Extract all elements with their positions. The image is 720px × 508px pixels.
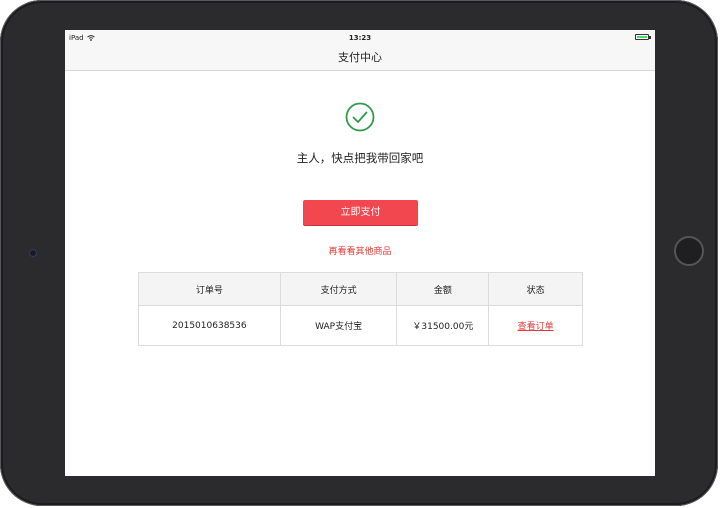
header-pay-method: 支付方式	[279, 272, 398, 306]
header-order-no: 订单号	[138, 272, 281, 306]
browse-more-link[interactable]: 再看看其他商品	[65, 244, 655, 257]
camera-dot	[29, 249, 37, 257]
status-bar: iPad 13:23	[65, 30, 655, 46]
screen: iPad 13:23 支付中心 主人，快点把我带回家吧 立即支付 再看看其他商品	[65, 30, 655, 476]
order-table: 订单号 支付方式 金额 状态 2015010638536 WAP支付宝 ￥315…	[138, 272, 583, 346]
status-cell: 查看订单	[488, 305, 583, 346]
check-circle-icon	[345, 102, 375, 132]
status-time: 13:23	[348, 34, 372, 42]
success-message: 主人，快点把我带回家吧	[296, 151, 424, 165]
table-header-row: 订单号 支付方式 金额 状态	[138, 272, 583, 306]
pay-now-button[interactable]: 立即支付	[303, 200, 418, 225]
battery-icon	[635, 34, 651, 40]
amount-cell: ￥31500.00元	[396, 305, 490, 346]
ipad-frame: iPad 13:23 支付中心 主人，快点把我带回家吧 立即支付 再看看其他商品	[0, 0, 718, 506]
header-status: 状态	[488, 272, 583, 306]
header-amount: 金额	[396, 272, 490, 306]
pay-method-cell: WAP支付宝	[279, 305, 398, 346]
home-button[interactable]	[674, 236, 704, 266]
order-no-cell: 2015010638536	[138, 305, 281, 346]
page-title: 支付中心	[338, 51, 382, 64]
nav-bar: 支付中心	[65, 46, 655, 71]
table-row: 2015010638536 WAP支付宝 ￥31500.00元 查看订单	[138, 305, 583, 346]
view-order-link[interactable]: 查看订单	[518, 322, 554, 332]
